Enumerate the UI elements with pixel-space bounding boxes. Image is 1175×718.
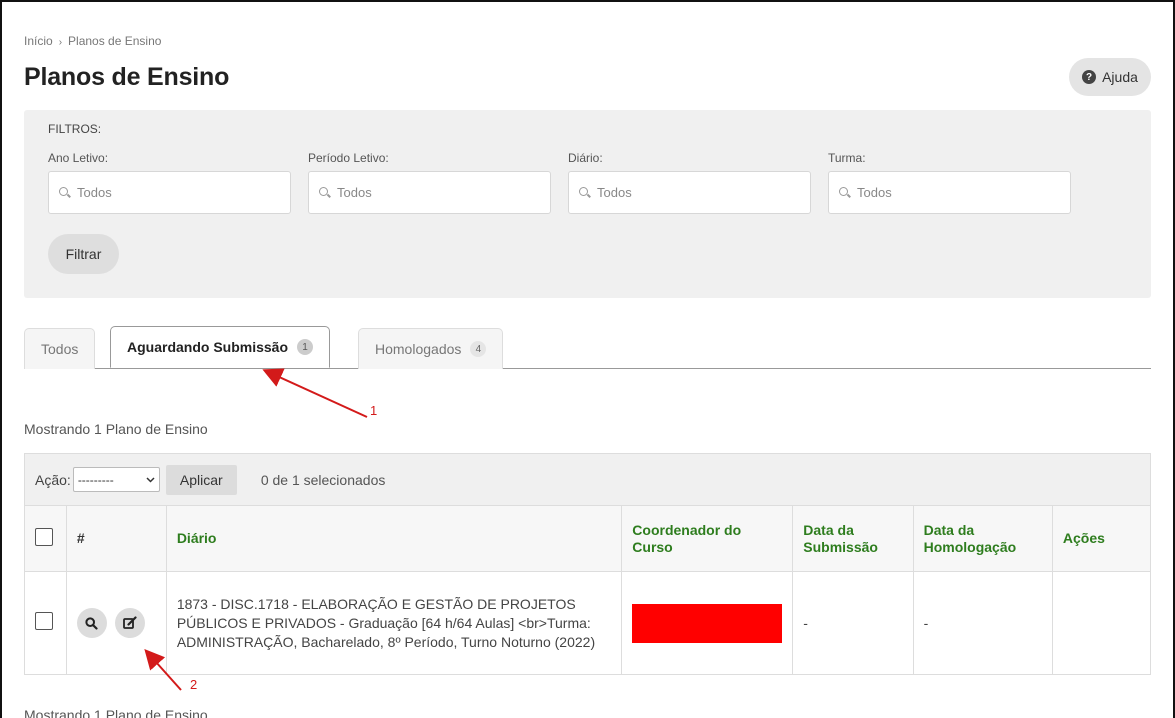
tab-aguardando-submissao[interactable]: Aguardando Submissão 1 [110,326,331,368]
annotation-label-1: 1 [370,403,378,418]
tab-count-badge: 1 [297,339,314,355]
annotation-label-2: 2 [190,677,198,692]
annotation-arrow-1 [262,368,368,418]
tab-aguardando-submissao-label: Aguardando Submissão [127,339,289,355]
annotation-arrow-2 [144,649,182,691]
